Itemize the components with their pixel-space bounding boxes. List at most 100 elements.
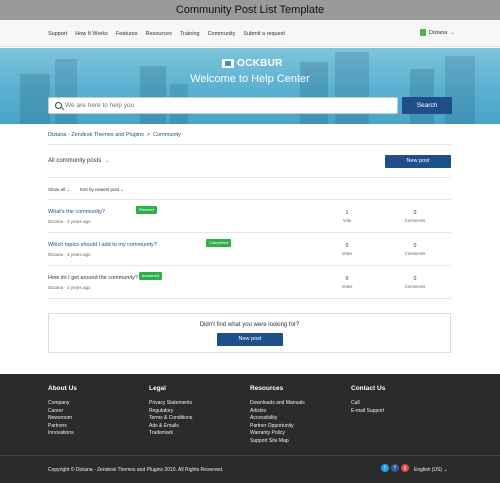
post-author: Diziana <box>48 252 64 257</box>
footer-link[interactable]: Company <box>48 400 77 408</box>
post-title-link[interactable]: Which topics should I add to my communit… <box>48 242 157 248</box>
footer-link[interactable]: Downloads and Manuals <box>250 400 305 408</box>
footer-link[interactable]: Partner Opportunity <box>250 423 305 431</box>
vote-number: 0 <box>345 276 349 282</box>
sort-dropdown[interactable]: Sort by newest post ⌄ <box>79 187 124 193</box>
footer-column-resources: Resources Downloads and Manuals Articles… <box>250 385 305 445</box>
vote-count: 0 Votes <box>327 243 367 256</box>
show-all-filter[interactable]: Show all ⌄ <box>48 187 70 193</box>
sort-label: Sort by newest post <box>79 187 120 192</box>
meta-separator: · <box>64 285 66 290</box>
chevron-down-icon: ⌄ <box>443 467 448 473</box>
nav-link-resources[interactable]: Resources <box>146 31 172 37</box>
comment-count: 0 Comments <box>395 276 435 289</box>
post-author: Diziana <box>48 219 64 224</box>
facebook-icon[interactable]: f <box>391 464 399 472</box>
chevron-down-icon: ⌄ <box>66 187 71 193</box>
footer-heading: Resources <box>250 385 284 392</box>
user-menu[interactable]: Diziana ⌄ <box>420 29 455 36</box>
new-post-button[interactable]: New post <box>385 155 451 168</box>
chevron-down-icon: ⌄ <box>120 187 125 193</box>
top-navigation: Support How It Works Features Resources … <box>0 20 500 47</box>
post-row: How do I get around the community? answe… <box>48 265 451 298</box>
search-input[interactable] <box>65 98 385 113</box>
comment-label: Comments <box>404 218 426 223</box>
status-badge: Planned <box>136 206 157 214</box>
footer-link[interactable]: E-mail Support <box>351 408 385 416</box>
footer-link[interactable]: Regulatory <box>149 408 192 416</box>
chevron-down-icon: ⌄ <box>105 158 110 164</box>
divider <box>48 144 451 145</box>
vote-count: 1 Vote <box>327 210 367 223</box>
post-time: 3 years ago <box>67 285 91 290</box>
footer-link[interactable]: Support Site Map <box>250 438 305 446</box>
user-icon <box>420 29 426 36</box>
footer-heading: Legal <box>149 385 166 392</box>
meta-separator: · <box>64 252 66 257</box>
vote-label: Votes <box>341 251 353 256</box>
status-badge: Completed <box>206 239 232 247</box>
nav-link-support[interactable]: Support <box>48 31 67 37</box>
comment-label: Comments <box>404 251 426 256</box>
vote-label: Vote <box>342 218 352 223</box>
language-label: English (US) <box>414 467 443 473</box>
google-plus-icon[interactable]: g <box>401 464 409 472</box>
nav-link-features[interactable]: Features <box>116 31 138 37</box>
social-links: t f g <box>381 464 409 472</box>
footer-divider <box>0 455 500 456</box>
nav-link-community[interactable]: Community <box>208 31 236 37</box>
hero-title: Welcome to Help Center <box>190 73 310 85</box>
footer-link[interactable]: Innovations <box>48 430 77 438</box>
post-filter-dropdown[interactable]: All community posts ⌄ <box>48 158 110 164</box>
divider <box>48 177 451 178</box>
footer-link[interactable]: Articles <box>250 408 305 416</box>
search-box[interactable] <box>48 97 398 114</box>
twitter-icon[interactable]: t <box>381 464 389 472</box>
nav-links: Support How It Works Features Resources … <box>48 20 285 47</box>
post-meta: Diziana · 3 years ago <box>48 285 91 290</box>
brand-logo[interactable]: OCKBUR <box>222 58 283 69</box>
footer-link[interactable]: Call <box>351 400 385 408</box>
vote-count: 0 Votes <box>327 276 367 289</box>
nav-link-training[interactable]: Training <box>180 31 200 37</box>
show-all-label: Show all <box>48 187 66 192</box>
footer-link[interactable]: Trademark <box>149 430 192 438</box>
footer-link[interactable]: Partners <box>48 423 77 431</box>
post-row: What's the community? Planned Diziana · … <box>48 199 451 232</box>
footer-heading: About Us <box>48 385 77 392</box>
divider <box>48 298 451 299</box>
brand-logo-text: OCKBUR <box>237 58 283 69</box>
comment-number: 0 <box>413 210 417 216</box>
vote-label: Votes <box>341 284 353 289</box>
skyline-building <box>55 59 77 124</box>
footer-link[interactable]: Terms & Conditions <box>149 415 192 423</box>
breadcrumb-separator: > <box>146 132 151 138</box>
search-icon <box>55 102 62 109</box>
footer-link[interactable]: Privacy Statements <box>149 400 192 408</box>
post-author: Diziana <box>48 285 64 290</box>
page-title: Community Post List Template <box>0 0 500 20</box>
post-title-link[interactable]: How do I get around the community? <box>48 275 138 281</box>
user-name: Diziana <box>429 29 448 36</box>
not-found-new-post-button[interactable]: New post <box>217 333 283 346</box>
footer-link[interactable]: Warranty Policy <box>250 430 305 438</box>
not-found-panel: Didn't find what you were looking for? N… <box>48 313 451 353</box>
breadcrumb-item-home[interactable]: Diziana - Zendesk Themes and Plugins <box>48 132 144 138</box>
search-button[interactable]: Search <box>402 97 452 114</box>
footer-link[interactable]: Newsroom <box>48 415 77 423</box>
language-selector[interactable]: English (US) ⌄ <box>414 467 448 473</box>
post-time: 3 years ago <box>67 219 91 224</box>
comment-label: Comments <box>404 284 426 289</box>
nav-link-how-it-works[interactable]: How It Works <box>75 31 108 37</box>
footer: About Us Company Career Newsroom Partner… <box>0 374 500 483</box>
footer-link[interactable]: Accessibility <box>250 415 305 423</box>
status-badge: answered <box>139 272 163 280</box>
meta-separator: · <box>64 219 66 224</box>
nav-link-submit-request[interactable]: Submit a request <box>243 31 285 37</box>
post-filter-label: All community posts <box>48 158 102 164</box>
footer-link[interactable]: Career <box>48 408 77 416</box>
post-title-link[interactable]: What's the community? <box>48 209 105 215</box>
footer-column-contact: Contact Us Call E-mail Support <box>351 385 385 415</box>
footer-link[interactable]: Ads & Emails <box>149 423 192 431</box>
breadcrumb-item-community[interactable]: Community <box>153 132 181 138</box>
